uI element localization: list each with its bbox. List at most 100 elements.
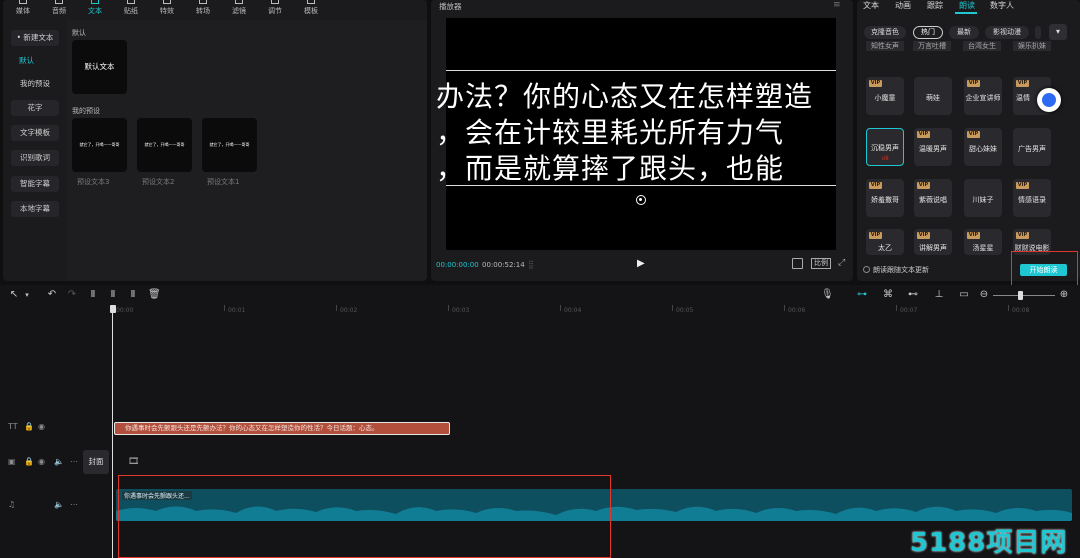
active-tab-underline: [955, 12, 977, 14]
fullscreen-frame-icon[interactable]: [792, 258, 803, 269]
voice-partial-2[interactable]: 万言吐槽: [913, 41, 951, 51]
zoom-slider-track[interactable]: [993, 295, 1055, 296]
player-menu-icon[interactable]: ≡: [833, 0, 841, 10]
volume-icon[interactable]: 🔈: [54, 500, 64, 509]
tab-label: 文本: [88, 7, 102, 15]
film-icon[interactable]: 🎞: [128, 457, 139, 467]
zoom-out-icon[interactable]: ⊖: [978, 289, 990, 301]
cover-button[interactable]: 封面: [83, 450, 109, 474]
ruler-label: 00:05: [676, 307, 694, 314]
preset-card-2[interactable]: 就它了，开喝——哥哥: [137, 118, 192, 172]
vip-badge: VIP: [967, 232, 980, 239]
lock-icon[interactable]: 🔒: [24, 457, 34, 466]
undo-icon[interactable]: ↶: [46, 289, 58, 301]
tab-text-props[interactable]: 文本: [863, 0, 879, 14]
assistant-bubble[interactable]: [1037, 88, 1061, 112]
zoom-slider-handle[interactable]: [1018, 291, 1023, 300]
delete-icon[interactable]: 🗑: [148, 289, 161, 301]
tab-filter[interactable]: 滤镜: [221, 0, 257, 18]
sidebar-item-text-template[interactable]: 文字模板: [11, 125, 59, 141]
voice-partial-3[interactable]: 台湾女生: [963, 41, 1001, 51]
tab-text[interactable]: 文本: [77, 0, 113, 18]
voice-card[interactable]: VIP 情感语录: [1013, 179, 1051, 217]
preset-card-1[interactable]: 就它了，开喝——哥哥: [202, 118, 257, 172]
voice-card[interactable]: VIP 太乙: [866, 229, 904, 255]
sidebar-item-my-presets[interactable]: 我的预设: [11, 76, 59, 92]
chip-film-anime[interactable]: 影视动漫: [985, 26, 1029, 39]
voice-partial-1[interactable]: 知性女声: [866, 41, 904, 51]
voice-card[interactable]: VIP 汤星星: [964, 229, 1002, 255]
sidebar-item-auto-captions[interactable]: 智能字幕: [11, 176, 59, 192]
sidebar-item-lyrics[interactable]: 识别歌词: [11, 150, 59, 166]
voice-card-selected[interactable]: 沉稳男声 ıılı: [866, 128, 904, 166]
voice-card[interactable]: VIP 紫薇说唱: [914, 179, 952, 217]
voice-card[interactable]: 川妹子: [964, 179, 1002, 217]
eye-icon[interactable]: ◉: [38, 457, 45, 466]
rotate-handle-icon[interactable]: [636, 195, 646, 205]
redo-icon[interactable]: ↷: [66, 289, 78, 301]
microphone-icon[interactable]: 🎙: [821, 289, 834, 301]
eye-icon[interactable]: ◉: [38, 422, 45, 431]
voice-name: 甜心妹妹: [969, 145, 997, 153]
split-icon[interactable]: Ⅱ: [87, 289, 99, 301]
tab-tracking[interactable]: 跟踪: [927, 0, 943, 14]
chip-dropdown-icon[interactable]: ▾: [1049, 24, 1067, 40]
preview-axis-icon[interactable]: ⊥: [933, 289, 945, 301]
timecode-grid-icon[interactable]: ⣿: [528, 260, 534, 269]
text-sidebar: • 新建文本 默认 我的预设 花字 文字模板 识别歌词 智能字幕 本地字幕: [3, 20, 65, 281]
sidebar-item-default[interactable]: 默认: [11, 53, 59, 69]
sidebar-item-local-captions[interactable]: 本地字幕: [11, 201, 59, 217]
more-icon[interactable]: ⋯: [70, 457, 78, 466]
tab-transition[interactable]: 转场: [185, 0, 221, 18]
expand-icon[interactable]: ⤢: [838, 258, 845, 268]
tab-template[interactable]: 模板: [293, 0, 329, 18]
update-toggle-icon[interactable]: [863, 266, 870, 273]
split-left-icon[interactable]: Ⅱ: [107, 289, 119, 301]
main-track-magnet-icon[interactable]: ⊶: [856, 289, 868, 301]
tab-label: 媒体: [16, 7, 30, 15]
voice-card[interactable]: VIP 讲解男声: [914, 229, 952, 255]
voice-card[interactable]: VIP 温暖男声: [914, 128, 952, 166]
more-icon[interactable]: ⋯: [70, 500, 78, 509]
link-icon[interactable]: ⊷: [907, 289, 919, 301]
voice-card[interactable]: 萌娃: [914, 77, 952, 115]
tab-effects[interactable]: 特效: [149, 0, 185, 18]
split-right-icon[interactable]: Ⅱ: [127, 289, 139, 301]
auto-snap-icon[interactable]: ⌘: [882, 289, 894, 301]
caption-icon[interactable]: ▭: [958, 289, 970, 301]
tab-digital-human[interactable]: 数字人: [990, 0, 1014, 14]
preset-label-1: 预设文本1: [207, 178, 240, 186]
ratio-button[interactable]: 比例: [811, 258, 831, 269]
playhead-handle[interactable]: [110, 305, 116, 313]
subtitle-line-1: 办法？你的心态又在怎样塑造: [436, 80, 814, 113]
tab-media[interactable]: 媒体: [5, 0, 41, 18]
preset-card-3[interactable]: 就它了，开喝——哥哥: [72, 118, 127, 172]
voice-card[interactable]: VIP 小魔童: [866, 77, 904, 115]
tab-animation[interactable]: 动画: [895, 0, 911, 14]
volume-icon[interactable]: 🔈: [54, 457, 64, 466]
time-ruler[interactable]: 00:00 00:01 00:02 00:03 00:04 00:05 00:0…: [112, 305, 1080, 315]
sidebar-item-fancy-text[interactable]: 花字: [11, 100, 59, 116]
voice-card[interactable]: 广告男声: [1013, 128, 1051, 166]
video-preview[interactable]: 办法？你的心态又在怎样塑造 ，会在计较里耗光所有力气 ，而是就算摔了跟头，也能: [436, 18, 836, 250]
select-pointer-icon[interactable]: ↖: [8, 289, 20, 301]
chip-latest[interactable]: 最新: [949, 26, 979, 39]
chip-popular[interactable]: 热门: [913, 26, 943, 39]
voice-card[interactable]: VIP 娇羞撒哥: [866, 179, 904, 217]
chip-more[interactable]: [1035, 26, 1041, 39]
voice-partial-4[interactable]: 娱乐扒妹: [1013, 41, 1051, 51]
voice-card[interactable]: VIP 企业宣讲师: [964, 77, 1002, 115]
tab-sticker[interactable]: 贴纸: [113, 0, 149, 18]
text-clip[interactable]: 你遇事时会先颤跟头还是先颤办法？你的心态又在怎样塑造你的性活？今日话题：心态。: [114, 422, 450, 435]
zoom-in-icon[interactable]: ⊕: [1058, 289, 1070, 301]
chevron-down-icon[interactable]: ▾: [21, 289, 33, 301]
lock-icon[interactable]: 🔒: [24, 422, 34, 431]
play-icon[interactable]: ▶: [637, 258, 645, 269]
tab-adjust[interactable]: 调节: [257, 0, 293, 18]
sidebar-item-new-text[interactable]: • 新建文本: [11, 30, 59, 46]
voice-card[interactable]: VIP 甜心妹妹: [964, 128, 1002, 166]
voice-name: 沉稳男声: [871, 144, 899, 152]
tab-audio[interactable]: 音频: [41, 0, 77, 18]
chip-clone-voice[interactable]: 克隆音色: [864, 26, 906, 39]
default-text-card[interactable]: 默认文本: [72, 40, 127, 94]
